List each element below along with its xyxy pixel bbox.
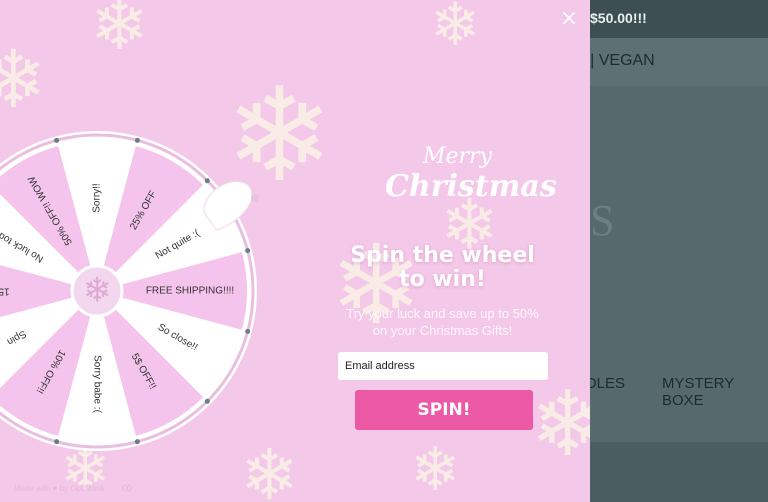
merry-text: Merry	[422, 144, 492, 169]
headline-line-1: Spin the wheel	[350, 243, 535, 268]
snowflake-icon: ❄	[530, 372, 590, 477]
site-bottom-panel	[590, 442, 768, 502]
snowflake-icon: ❄	[83, 271, 112, 311]
subtext-line-1: Try your luck and save up to 50%	[346, 306, 539, 321]
snowflake-icon: ❄	[410, 435, 461, 502]
prize-wheel[interactable]: Sorry!! 25% OFFNot quite :(FREE SHIPPING!…	[0, 125, 260, 455]
optimonk-credit[interactable]: Made with ♥ by OptiMonk	[14, 484, 105, 493]
wheel-segment-label: Sorry!!	[92, 183, 103, 212]
site-logo: S	[590, 196, 615, 245]
wheel-peg	[245, 328, 251, 334]
subtext-line-2: on your Christmas Gifts!	[372, 323, 513, 338]
snowflake-icon: ❄	[90, 0, 149, 66]
snowflake-icon: ❄	[430, 0, 481, 60]
wheel-peg	[245, 248, 251, 254]
christmas-text: Christmas	[385, 169, 557, 204]
headline: Spin the wheel to win!	[335, 244, 550, 292]
snowflake-icon: ❄	[0, 33, 48, 126]
wheel-segment-label: FREE SHIPPING!!!!	[146, 286, 234, 297]
wheel-peg	[54, 439, 60, 445]
headline-line-2: to win!	[399, 267, 486, 292]
email-field[interactable]	[338, 352, 548, 380]
wheel-segment-label: Sorry babe :(	[91, 355, 102, 413]
wheel-peg	[134, 439, 140, 445]
wheel-pointer-dot	[251, 194, 259, 202]
eye-icon[interactable]	[122, 484, 132, 492]
subtext: Try your luck and save up to 50% on your…	[330, 305, 555, 339]
spin-wheel-popup: ❄ ❄ ❄ ❄ ❄ ❄ ❄ ❄ ❄ ❄ × Sorry!! 25% OFF Not …	[0, 0, 590, 502]
wheel-peg	[134, 137, 140, 143]
announcement-text: $50.00!!!	[590, 10, 647, 26]
nav-item-mystery-boxes[interactable]: MYSTERY BOXE	[662, 375, 768, 409]
close-icon[interactable]: ×	[559, 8, 579, 30]
wheel-segment-label: 15	[0, 285, 10, 296]
spin-button[interactable]: SPIN!	[355, 390, 533, 430]
wheel-peg	[54, 137, 60, 143]
wheel-peg	[204, 398, 210, 404]
wheel-peg	[204, 178, 210, 184]
